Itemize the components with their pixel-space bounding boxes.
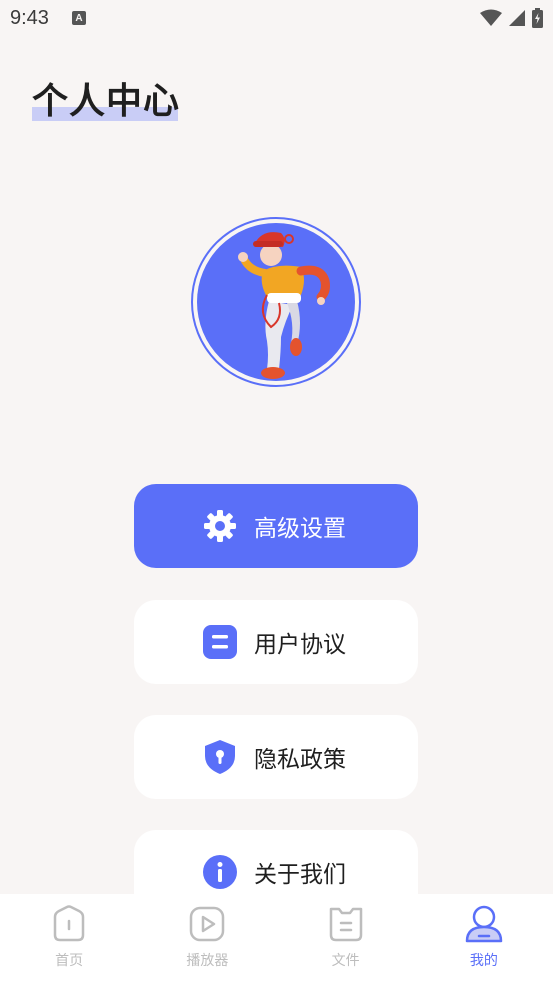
tab-files-label: 文件 (331, 953, 360, 969)
tab-mine-label: 我的 (469, 953, 498, 969)
about-us-label: 关于我们 (254, 862, 346, 888)
tab-home-label: 首页 (55, 953, 84, 969)
user-icon (464, 904, 504, 944)
document-icon (202, 624, 238, 660)
battery-icon (532, 8, 543, 28)
avatar-image (197, 223, 355, 381)
tab-mine[interactable]: 我的 (415, 894, 553, 984)
play-icon (187, 904, 227, 944)
info-icon (202, 854, 238, 890)
page-title: 个人中心 (32, 81, 181, 122)
system-icons (480, 7, 543, 29)
notification-a-icon: A (72, 11, 86, 25)
privacy-policy-button[interactable]: 隐私政策 (134, 715, 418, 799)
user-agreement-label: 用户协议 (254, 632, 346, 658)
home-icon (49, 904, 89, 944)
about-us-button[interactable]: 关于我们 (134, 830, 418, 894)
status-bar: 9:43 A (0, 0, 553, 40)
advanced-settings-label: 高级设置 (254, 516, 346, 542)
tab-player-label: 播放器 (186, 953, 229, 969)
gear-icon (202, 508, 238, 544)
shield-icon (202, 739, 238, 775)
dancer-illustration (238, 232, 330, 379)
avatar[interactable] (191, 217, 361, 387)
wifi-icon (480, 9, 502, 26)
page-title-block: 个人中心 (32, 80, 182, 124)
signal-icon (509, 10, 525, 26)
bottom-tab-bar: 首页 播放器 文件 我的 (0, 894, 553, 984)
advanced-settings-button[interactable]: 高级设置 (134, 484, 418, 568)
privacy-policy-label: 隐私政策 (254, 747, 346, 773)
tab-player[interactable]: 播放器 (138, 894, 276, 984)
tab-home[interactable]: 首页 (0, 894, 138, 984)
file-icon (326, 904, 366, 944)
user-agreement-button[interactable]: 用户协议 (134, 600, 418, 684)
status-time: 9:43 (10, 7, 49, 29)
tab-files[interactable]: 文件 (277, 894, 415, 984)
